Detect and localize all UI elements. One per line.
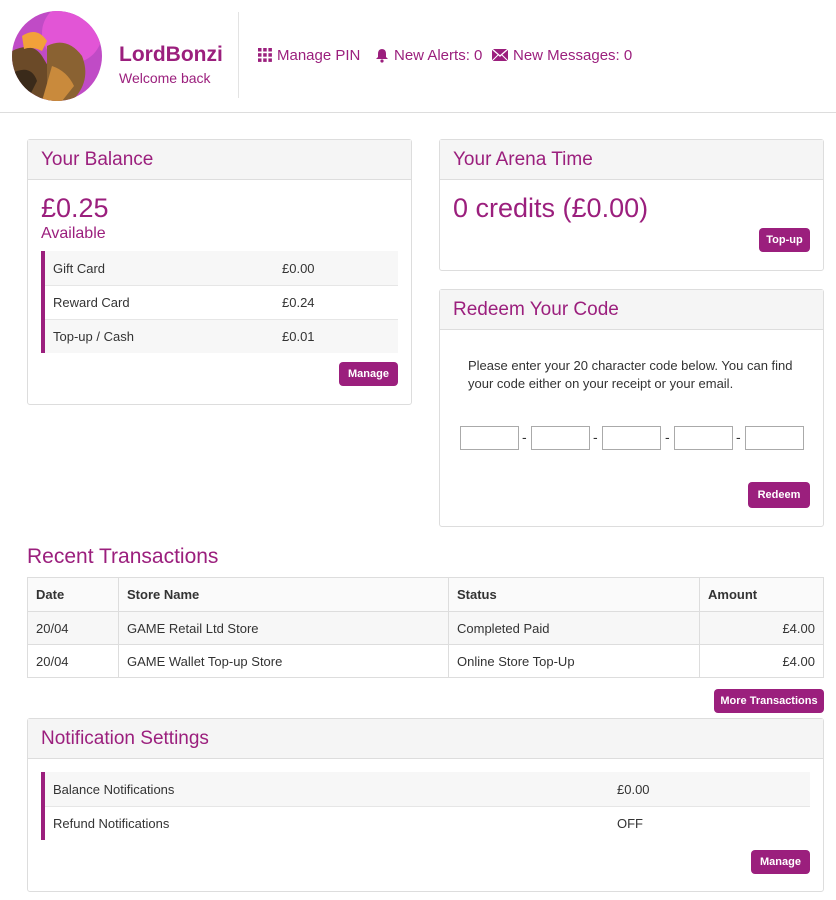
balance-row-value: £0.00 [282,260,315,276]
notification-value: OFF [617,816,643,831]
code-input-4[interactable] [674,426,733,450]
balance-row-reward-card: Reward Card £0.24 [45,285,398,319]
more-transactions-button[interactable]: More Transactions [714,689,824,713]
messages-label: New Messages: 0 [513,46,633,64]
username: LordBonzi [119,43,223,66]
welcome-text: Welcome back [119,70,211,86]
notification-value: £0.00 [617,781,650,797]
redeem-panel: Redeem Your Code Please enter your 20 ch… [439,289,824,527]
alerts-link[interactable]: New Alerts: 0 [375,45,482,65]
transactions-title: Recent Transactions [27,545,219,568]
balance-row-gift-card: Gift Card £0.00 [45,251,398,285]
code-input-1[interactable] [460,426,519,450]
code-input-3[interactable] [602,426,661,450]
bell-icon [376,48,388,63]
cell-status: Online Store Top-Up [448,644,700,678]
balance-row-topup-cash: Top-up / Cash £0.01 [45,319,398,353]
cell-store: GAME Retail Ltd Store [118,611,449,645]
balance-row-value: £0.24 [282,295,315,310]
notifications-title: Notification Settings [28,719,823,759]
notifications-list: Balance Notifications £0.00 Refund Notif… [41,772,810,840]
notification-label: Refund Notifications [53,816,170,831]
column-header-date: Date [27,577,119,612]
notification-label: Balance Notifications [53,781,175,797]
envelope-icon [492,49,508,61]
table-row: 20/04 GAME Wallet Top-up Store Online St… [27,644,824,678]
balance-row-value: £0.01 [282,329,315,344]
balance-amount: £0.25 [41,193,109,223]
transactions-table: Date Store Name Status Amount 20/04 GAME… [27,577,824,678]
arena-title: Your Arena Time [440,140,823,180]
cell-store: GAME Wallet Top-up Store [118,644,449,678]
balance-panel: Your Balance £0.25 Available Gift Card £… [27,139,412,405]
code-separator: - [593,429,598,445]
column-header-amount: Amount [699,577,824,612]
code-separator: - [736,429,741,445]
balance-row-label: Gift Card [53,260,106,276]
notification-row-refund: Refund Notifications OFF [45,806,810,840]
balance-available-label: Available [41,225,106,242]
balance-row-label: Top-up / Cash [53,329,134,344]
cell-date: 20/04 [27,644,119,678]
code-input-2[interactable] [531,426,590,450]
cell-amount: £4.00 [699,644,824,678]
code-separator: - [665,429,670,445]
arena-panel: Your Arena Time 0 credits (£0.00) Top-up [439,139,824,271]
code-input-5[interactable] [745,426,804,450]
column-header-status: Status [448,577,700,612]
cell-date: 20/04 [27,611,119,645]
messages-link[interactable]: New Messages: 0 [492,45,632,65]
notification-row-balance: Balance Notifications £0.00 [45,772,810,806]
avatar[interactable] [12,11,102,101]
cell-status: Completed Paid [448,611,700,645]
balance-row-label: Reward Card [53,295,130,310]
cell-amount: £4.00 [699,611,824,645]
header-divider [238,12,239,98]
notifications-panel: Notification Settings Balance Notificati… [27,718,824,892]
balance-manage-button[interactable]: Manage [339,362,398,386]
balance-breakdown: Gift Card £0.00 Reward Card £0.24 Top-up… [41,251,398,353]
page-header: LordBonzi Welcome back Manage PIN New Al… [0,0,836,113]
topup-button[interactable]: Top-up [759,228,810,252]
redeem-button[interactable]: Redeem [748,482,810,508]
alerts-label: New Alerts: 0 [394,46,483,64]
code-separator: - [522,429,527,445]
transactions-header-row: Date Store Name Status Amount [27,577,824,612]
column-header-store: Store Name [118,577,449,612]
grid-icon [258,48,272,62]
table-row: 20/04 GAME Retail Ltd Store Completed Pa… [27,611,824,645]
notifications-manage-button[interactable]: Manage [751,850,810,874]
manage-pin-label: Manage PIN [277,46,361,64]
redeem-title: Redeem Your Code [440,290,823,330]
manage-pin-link[interactable]: Manage PIN [258,45,360,65]
avatar-image [12,11,102,101]
arena-amount: 0 credits (£0.00) [453,193,649,223]
redeem-instructions: Please enter your 20 character code belo… [468,358,793,391]
balance-title: Your Balance [28,140,411,180]
